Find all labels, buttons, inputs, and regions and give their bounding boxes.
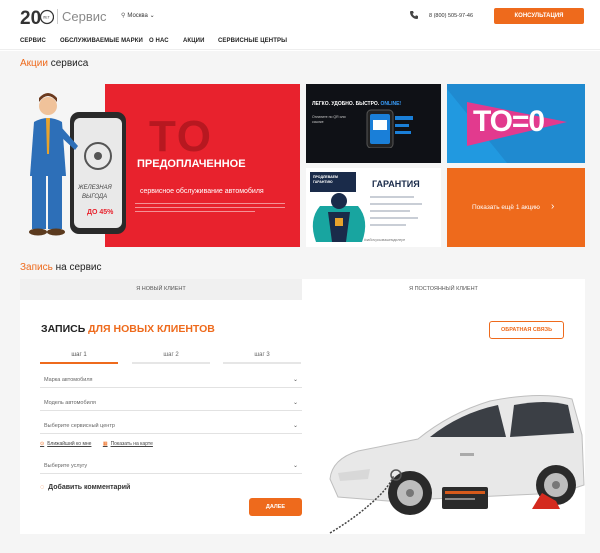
promo-guarantee-title: ГАРАНТИЯ [372, 179, 420, 189]
booking-form: Я НОВЫЙ КЛИЕНТ Я ПОСТОЯННЫЙ КЛИЕНТ ЗАПИС… [20, 279, 585, 534]
phone-screen-text: ЖЕЛЕЗНАЯ [77, 185, 113, 191]
booking-section-title: Запись на сервис [20, 262, 102, 273]
car-model-select[interactable]: Модель автомобиля ⌄ [40, 395, 302, 411]
service-center-select[interactable]: Выберите сервисный центр ⌄ [40, 418, 302, 434]
step-1[interactable]: шаг 1 [40, 352, 118, 364]
logo[interactable]: 20 ЛЕТ [20, 6, 54, 28]
superhero-illustration [312, 193, 366, 242]
nav-item-brands[interactable]: ОБСЛУЖИВАЕМЫЕ МАРКИ [60, 38, 143, 44]
nav-item-service-centers[interactable]: СЕРВИСНЫЕ ЦЕНТРЫ [218, 38, 287, 44]
logo-divider [57, 9, 58, 24]
nav-item-about[interactable]: О НАС [149, 38, 169, 44]
nav-item-promotions[interactable]: АКЦИИ [183, 38, 205, 44]
step-2[interactable]: шаг 2 [132, 352, 210, 364]
promo-man-illustration: ЖЕЛЕЗНАЯ ВЫГОДА ДО 45% [29, 93, 126, 236]
location-links: ⊙ Ближайший ко мне ▦ Показать на карте [40, 441, 163, 447]
main-nav: СЕРВИС ОБСЛУЖИВАЕМЫЕ МАРКИ О НАС АКЦИИ С… [0, 32, 600, 50]
service-select[interactable]: Выберите услугу ⌄ [40, 458, 302, 474]
add-comment-toggle[interactable]: ◌ Добавить комментарий [40, 484, 130, 491]
promo-subline: сервисное обслуживание автомобиля [140, 188, 264, 195]
header: 20 ЛЕТ Сервис ⚲ Москва ⌄ 8 (800) 505-97-4… [0, 0, 600, 32]
car-brand-select[interactable]: Марка автомобиля ⌄ [40, 372, 302, 388]
feedback-button[interactable]: ОБРАТНАЯ СВЯЗЬ [489, 321, 564, 339]
promo-card-guarantee[interactable]: ПРОДЛЕВАЕМ ГАРАНТИЮ ГАРАНТИЯ #забочусьов… [306, 168, 441, 247]
show-on-map-link[interactable]: ▦ Показать на карте [103, 441, 153, 447]
chevron-down-icon: ⌄ [149, 13, 155, 19]
promo-fine-print [135, 211, 255, 212]
promo-online-subline: Оплатите по QR или ссылке [312, 115, 346, 124]
chevron-right-icon: › [551, 201, 555, 212]
phone-number[interactable]: 8 (800) 505-97-46 [429, 13, 473, 19]
city-selector[interactable]: ⚲ Москва ⌄ [121, 12, 155, 19]
promo-card-to-zero[interactable]: ТО=0 [447, 84, 585, 163]
chevron-down-icon: ⌄ [292, 377, 298, 383]
chevron-down-icon: ⌄ [292, 423, 298, 429]
consultation-button[interactable]: КОНСУЛЬТАЦИЯ [494, 8, 584, 24]
phone-screen-discount: ДО 45% [87, 209, 114, 216]
promo-tozero-text: ТО=0 [473, 105, 545, 138]
promo-headline: ПРЕДОПЛАЧЕННОЕ [137, 158, 246, 170]
phone-illustration [366, 109, 413, 148]
location-pin-icon: ⚲ [121, 13, 126, 19]
form-title: ЗАПИСЬ ДЛЯ НОВЫХ КЛИЕНТОВ [41, 323, 215, 335]
promo-fine-print [135, 207, 285, 208]
location-pin-icon: ⊙ [40, 441, 45, 447]
tab-new-client[interactable]: Я НОВЫЙ КЛИЕНТ [20, 279, 302, 300]
phone-icon[interactable] [409, 10, 419, 20]
promo-fine-print [135, 203, 285, 204]
promo-guarantee-footer: #забочусьовашемдилере [364, 238, 406, 242]
comment-icon: ◌ [40, 484, 45, 491]
next-button[interactable]: ДАЛЕЕ [249, 498, 302, 516]
phone-screen-text: ВЫГОДА [82, 194, 107, 200]
promo-big-text: ТО [149, 112, 214, 161]
promo-guarantee-badge: ПРОДЛЕВАЕМ ГАРАНТИЮ [310, 172, 356, 192]
tab-regular-client[interactable]: Я ПОСТОЯННЫЙ КЛИЕНТ [302, 279, 585, 300]
chevron-down-icon: ⌄ [292, 463, 298, 469]
promo-card-prepaid[interactable]: ТО ПРЕДОПЛАЧЕННОЕ сервисное обслуживание… [105, 84, 300, 247]
step-3[interactable]: шаг 3 [223, 352, 301, 364]
logo-number: 20 [20, 8, 41, 28]
map-icon: ▦ [102, 441, 108, 447]
car-illustration [329, 394, 585, 534]
promo-online-headline: ЛЕГКО. УДОБНО. БЫСТРО. ONLINE! [312, 101, 402, 107]
nearest-link[interactable]: ⊙ Ближайший ко мне [40, 441, 91, 447]
guarantee-list-lines [370, 196, 422, 226]
city-name: Москва [127, 13, 148, 19]
logo-small: ЛЕТ [43, 16, 51, 20]
brand-label: Сервис [62, 9, 107, 24]
show-more-label: Показать ещё 1 акцию [472, 204, 540, 211]
promo-card-online-payment[interactable]: ЛЕГКО. УДОБНО. БЫСТРО. ONLINE! Оплатите … [306, 84, 441, 163]
promos-title: Акции сервиса [20, 58, 89, 69]
show-more-promos-button[interactable]: Показать ещё 1 акцию › [447, 168, 585, 247]
nav-item-service[interactable]: СЕРВИС [20, 38, 46, 44]
chevron-down-icon: ⌄ [292, 400, 298, 406]
